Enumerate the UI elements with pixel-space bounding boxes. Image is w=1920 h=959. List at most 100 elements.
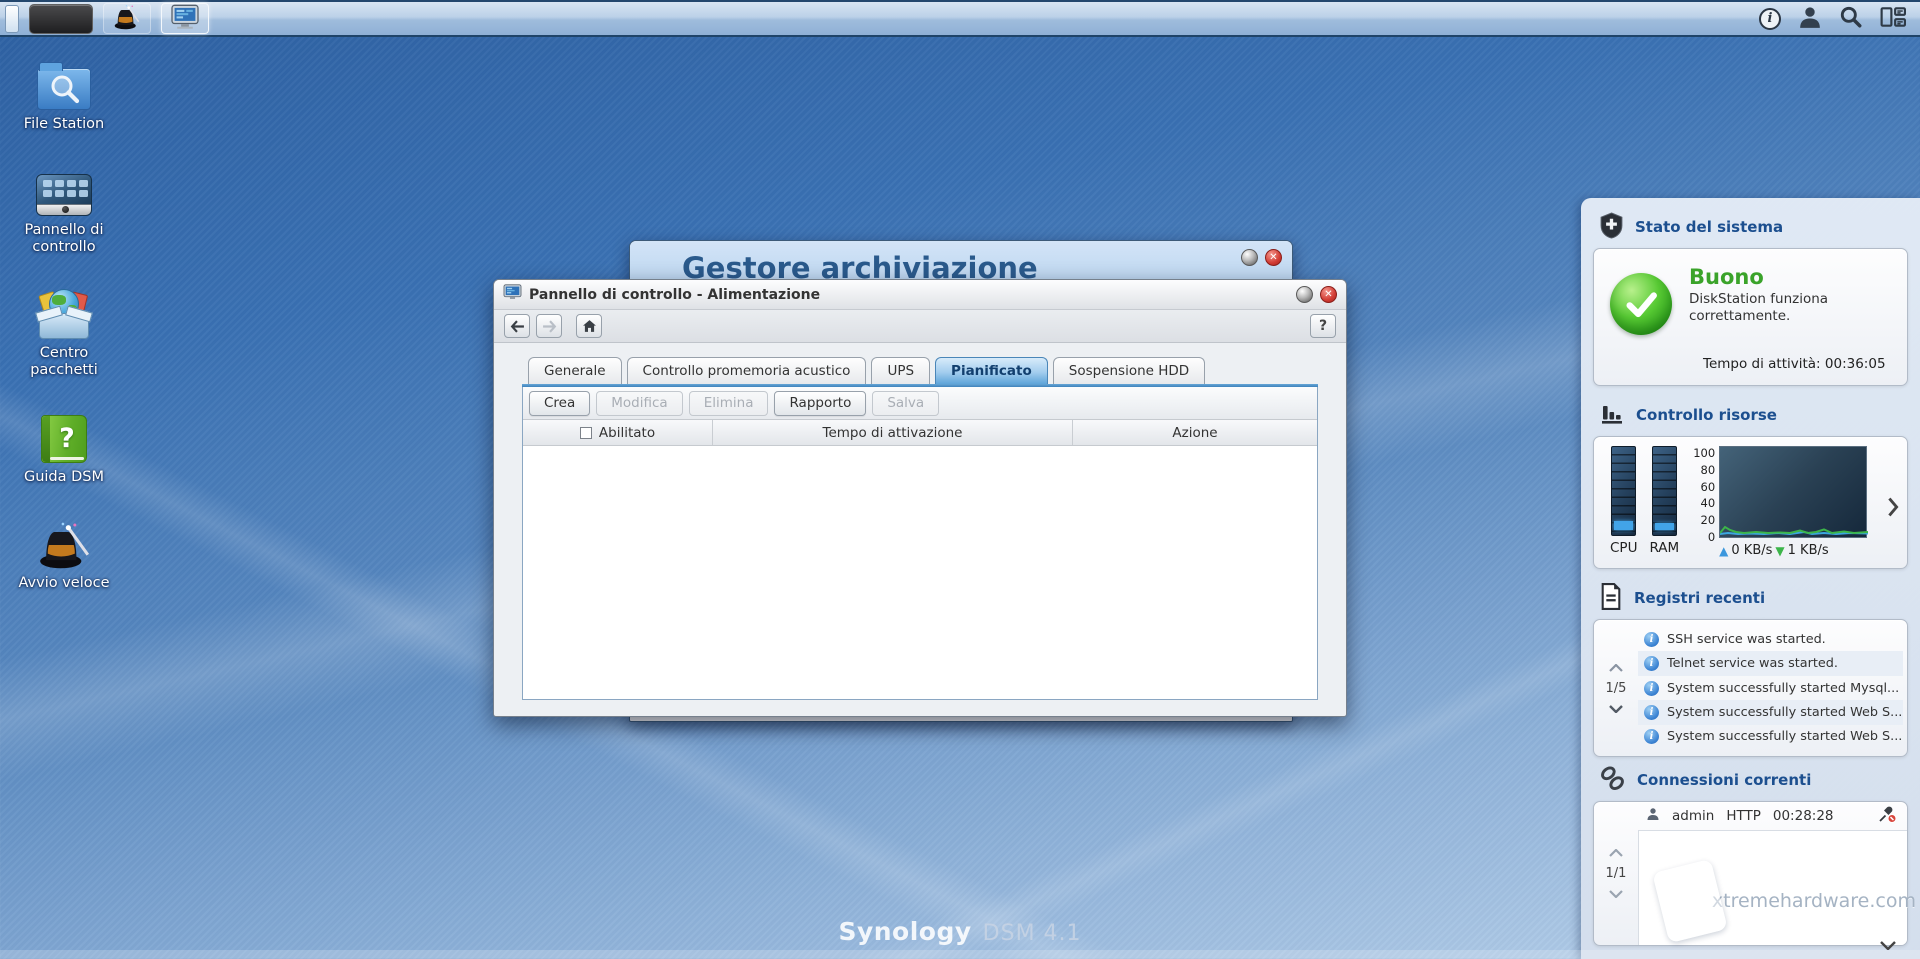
uptime-label: Tempo di attività: 00:36:05 (1703, 356, 1886, 372)
log-list: iSSH service was started. iTelnet servic… (1638, 627, 1903, 749)
taskbar: i (0, 0, 1920, 37)
desktop-icon-column: File Station Pannello di controllo Centr… (8, 54, 120, 592)
log-row[interactable]: iSSH service was started. (1638, 627, 1903, 651)
info-icon: i (1644, 681, 1659, 696)
upload-rate: 0 KB/s (1731, 543, 1772, 558)
close-icon[interactable]: ✕ (1265, 249, 1282, 266)
monitor-window-icon (170, 4, 200, 34)
minimize-button[interactable] (1296, 286, 1313, 303)
log-row[interactable]: iSystem successfully started Web S... (1638, 725, 1903, 749)
tab-sospensione-hdd[interactable]: Sospensione HDD (1053, 357, 1205, 384)
cpu-meter: CPU (1610, 446, 1637, 556)
package-center-icon (36, 283, 92, 339)
forward-button[interactable] (536, 314, 562, 338)
search-icon (1839, 5, 1863, 33)
pilot-view-button[interactable] (1880, 6, 1906, 32)
help-button[interactable]: ? (1310, 314, 1336, 338)
y-axis-labels: 100 80 60 40 20 0 (1691, 446, 1715, 544)
connection-user: admin (1672, 808, 1714, 824)
tab-ups[interactable]: UPS (871, 357, 930, 384)
resources-box: CPU RAM 100 80 60 40 20 0 (1593, 436, 1908, 569)
select-all-checkbox[interactable] (580, 427, 592, 439)
dialog-titlebar[interactable]: Pannello di controllo - Alimentazione ✕ (494, 280, 1346, 310)
cpu-label: CPU (1610, 540, 1637, 556)
pager-up-chevron[interactable] (1609, 849, 1623, 857)
column-header-abilitato[interactable]: Abilitato (523, 420, 713, 445)
pager-down-chevron[interactable] (1609, 705, 1623, 713)
sidebar-collapse-chevron[interactable] (1870, 936, 1906, 954)
connection-row[interactable]: admin HTTP 00:28:28 (1638, 802, 1907, 830)
status-description: DiskStation funziona correttamente. (1689, 291, 1861, 325)
table-header: Abilitato Tempo di attivazione Azione (523, 420, 1317, 446)
widget-sidebar: Stato del sistema Buono DiskStation funz… (1581, 198, 1920, 959)
section-title: Connessioni correnti (1637, 771, 1811, 789)
rapporto-button[interactable]: Rapporto (774, 391, 866, 416)
user-icon (1798, 5, 1822, 33)
quick-launch-button[interactable] (103, 3, 151, 34)
network-plot-area (1719, 446, 1867, 538)
column-header-tempo-di-attivazione[interactable]: Tempo di attivazione (713, 420, 1073, 445)
pager-count: 1/1 (1606, 866, 1627, 881)
logs-pager: 1/5 (1594, 627, 1638, 749)
tab-bar: Generale Controllo promemoria acustico U… (522, 357, 1318, 384)
pager-count: 1/5 (1606, 681, 1627, 696)
column-header-azione[interactable]: Azione (1073, 420, 1317, 445)
recent-logs-box: 1/5 iSSH service was started. iTelnet se… (1593, 619, 1908, 757)
log-row[interactable]: iSystem successfully started Mysql... (1638, 676, 1903, 700)
desktop-icon-label: Pannello di controllo (15, 222, 113, 256)
dialog-titlebar-icon (503, 284, 522, 305)
logs-header: Registri recenti (1599, 583, 1908, 613)
bar-chart-icon (1599, 401, 1625, 429)
tab-pianificato[interactable]: Pianificato (935, 357, 1048, 384)
info-button[interactable]: i (1759, 8, 1781, 30)
salva-button[interactable]: Salva (872, 391, 939, 416)
pager-up-chevron[interactable] (1609, 664, 1623, 672)
desktop-icon-control-panel[interactable]: Pannello di controllo (8, 160, 120, 256)
home-button[interactable] (576, 314, 602, 338)
info-icon: i (1644, 729, 1659, 744)
resources-expand-chevron[interactable] (1887, 497, 1899, 517)
info-icon: i (1644, 656, 1659, 671)
pilot-view-icon (1880, 6, 1906, 32)
modifica-button[interactable]: Modifica (596, 391, 682, 416)
user-button[interactable] (1798, 5, 1822, 33)
pager-down-chevron[interactable] (1609, 890, 1623, 898)
desktop-icon-quick-start[interactable]: Avvio veloce (8, 513, 120, 592)
info-icon: i (1644, 632, 1659, 647)
synology-logo: Synology (838, 917, 971, 946)
tab-generale[interactable]: Generale (528, 357, 622, 384)
log-row[interactable]: iSystem successfully started Web S... (1638, 700, 1903, 724)
disconnect-icon[interactable] (1878, 806, 1897, 827)
log-row[interactable]: iTelnet service was started. (1638, 651, 1903, 675)
chain-link-icon (1599, 765, 1626, 796)
back-button[interactable] (504, 314, 530, 338)
desktop-icon-package-center[interactable]: Centro pacchetti (8, 283, 120, 379)
dialog-content: Generale Controllo promemoria acustico U… (494, 343, 1346, 716)
document-icon (1599, 583, 1623, 614)
tab-controllo-promemoria-acustico[interactable]: Controllo promemoria acustico (627, 357, 867, 384)
file-station-icon (36, 54, 92, 110)
dialog-navbar: ? (494, 310, 1346, 343)
control-panel-power-dialog: Pannello di controllo - Alimentazione ✕ … (493, 279, 1347, 717)
crea-button[interactable]: Crea (529, 391, 590, 416)
minimize-button[interactable] (1241, 249, 1258, 266)
connections-pager: 1/1 (1594, 802, 1638, 945)
schedule-panel: Crea Modifica Elimina Rapporto Salva Abi… (522, 387, 1318, 700)
show-desktop-button[interactable] (5, 5, 19, 33)
resources-header: Controllo risorse (1599, 400, 1908, 430)
search-button[interactable] (1839, 5, 1863, 33)
connection-time: 00:28:28 (1773, 808, 1834, 824)
network-rates: ▲ 0 KB/s ▼ 1 KB/s (1719, 543, 1867, 558)
magic-hat-icon (113, 4, 141, 34)
desktop-icon-file-station[interactable]: File Station (8, 54, 120, 133)
elimina-button[interactable]: Elimina (689, 391, 769, 416)
close-icon[interactable]: ✕ (1320, 286, 1337, 303)
storage-manager-task-button[interactable] (161, 3, 209, 34)
download-arrow-icon: ▼ (1775, 544, 1784, 558)
status-ok-icon (1610, 273, 1672, 335)
schedule-toolbar: Crea Modifica Elimina Rapporto Salva (523, 387, 1317, 420)
desktop-icon-dsm-guide[interactable]: ? Guida DSM (8, 407, 120, 486)
person-icon (1646, 807, 1660, 825)
ram-label: RAM (1649, 540, 1679, 556)
main-menu-button[interactable] (29, 4, 93, 34)
